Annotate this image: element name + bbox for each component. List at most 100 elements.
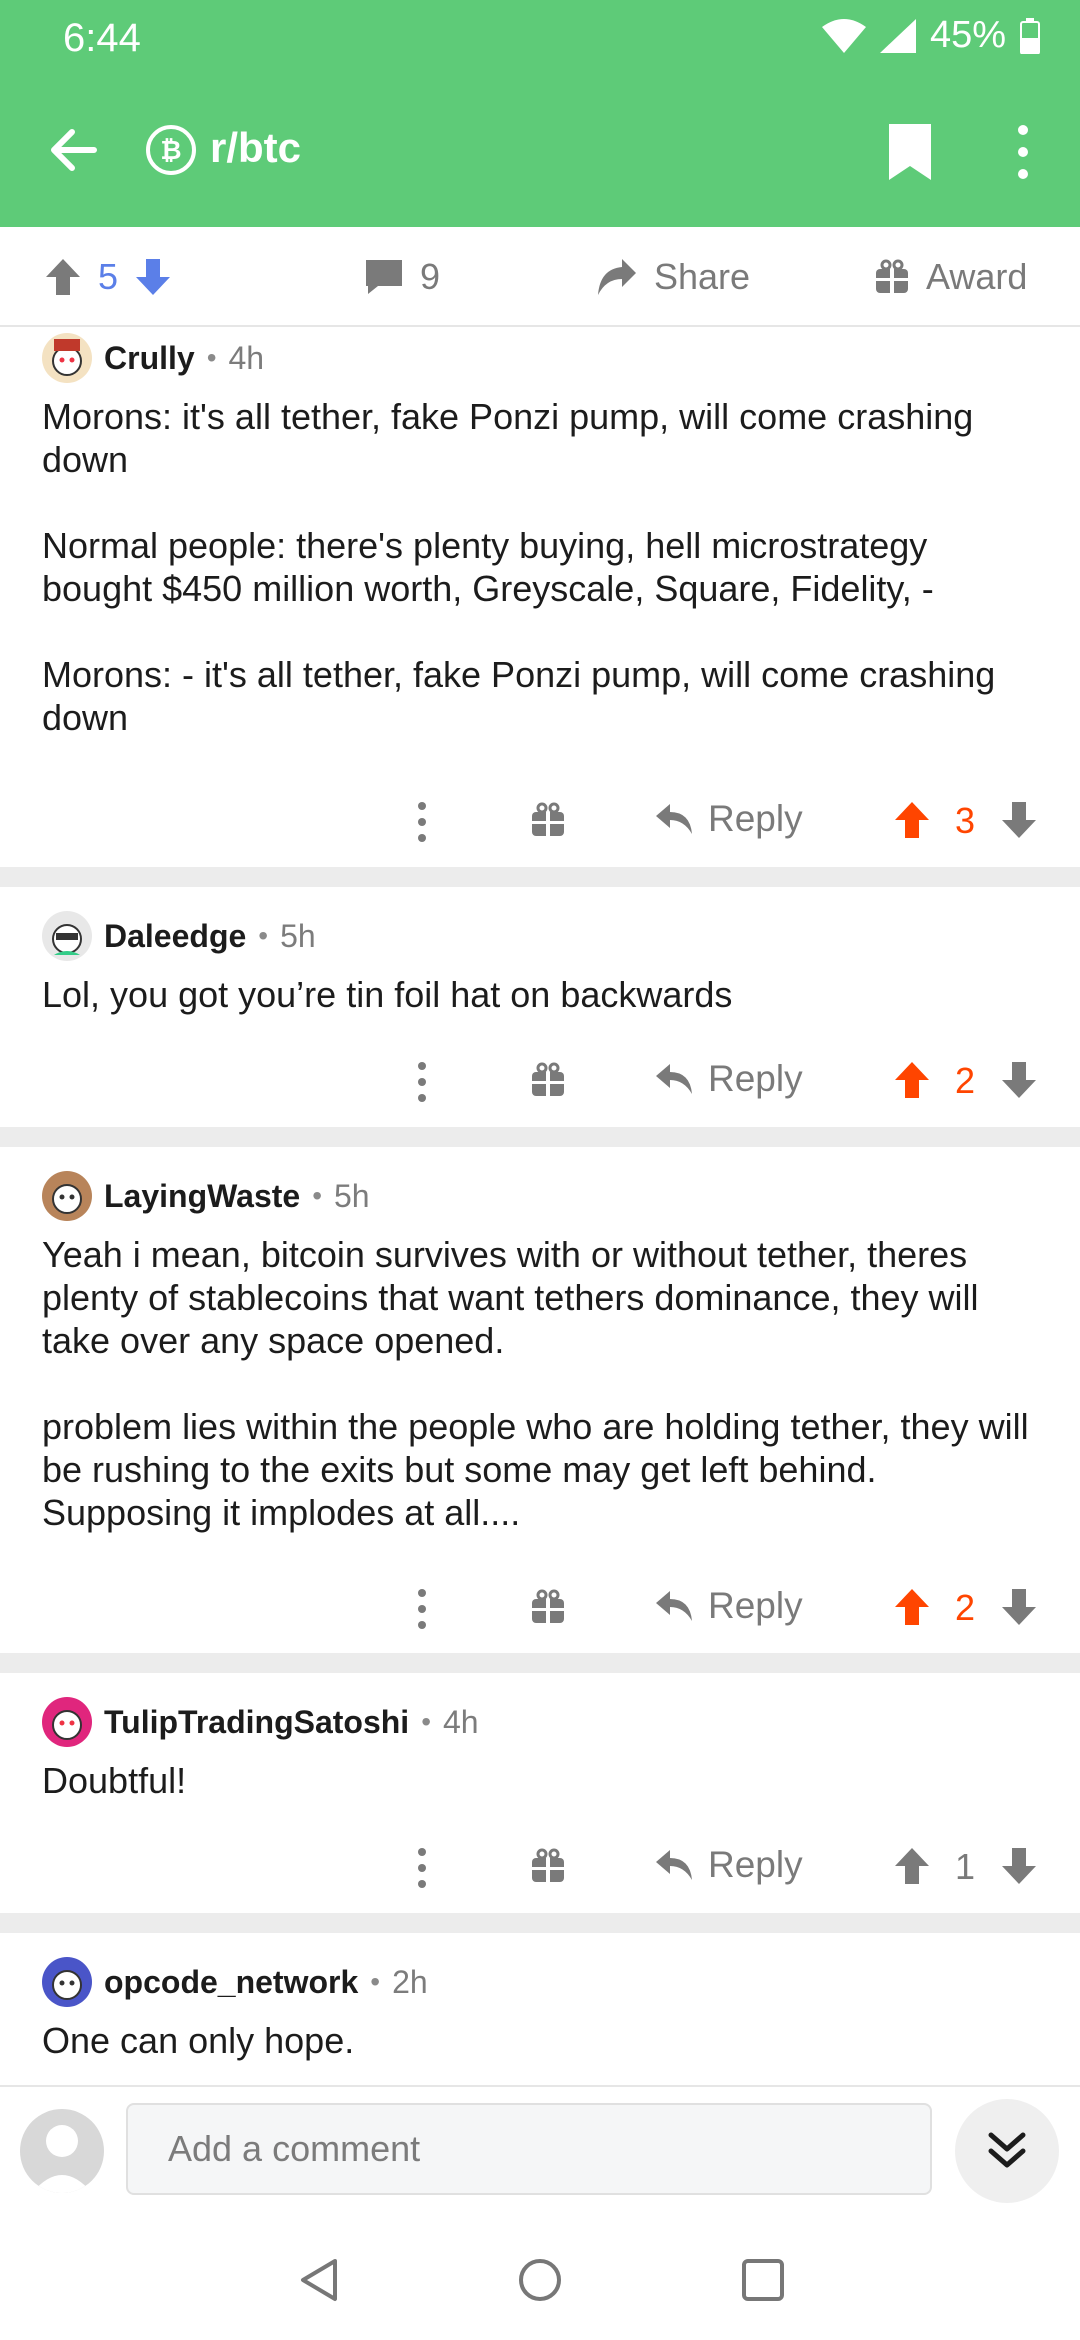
signal-icon: [879, 18, 916, 53]
bitcoin-icon[interactable]: ₿: [146, 125, 196, 175]
comment-paragraph: Normal people: there's plenty buying, he…: [42, 525, 934, 609]
nav-recents-icon[interactable]: [738, 2255, 788, 2305]
comment-paragraph: One can only hope.: [42, 2020, 355, 2061]
battery-icon: [1020, 17, 1040, 54]
avatar[interactable]: [42, 333, 92, 383]
jump-next-button[interactable]: [955, 2099, 1059, 2203]
comment-meta: Daleedge • 5h: [42, 911, 316, 961]
comment-paragraph: problem lies within the people who are h…: [42, 1406, 1029, 1533]
separator-dot: •: [206, 342, 217, 373]
more-vertical-icon[interactable]: [412, 800, 432, 844]
comment-actions: Reply 3: [0, 792, 1080, 852]
avatar[interactable]: [42, 1957, 92, 2007]
status-bar: 6:44 45%: [0, 0, 1080, 80]
avatar[interactable]: [42, 1171, 92, 1221]
comment-count: 9: [420, 256, 441, 297]
downvote-icon[interactable]: [1000, 1587, 1038, 1627]
comment-age: 4h: [443, 1703, 479, 1740]
comment-body: Yeah i mean, bitcoin survives with or wi…: [42, 1233, 1042, 1534]
share-button[interactable]: Share: [596, 249, 750, 305]
comment-meta: Crully • 4h: [42, 333, 264, 383]
comment-age: 5h: [280, 917, 316, 954]
downvote-icon[interactable]: [1000, 1060, 1038, 1100]
reply-button[interactable]: Reply: [654, 1058, 803, 1100]
battery-percent: 45%: [929, 14, 1006, 56]
comment-body: Doubtful!: [42, 1759, 1042, 1802]
header-bar: 6:44 45% ₿ r/btc: [0, 0, 1080, 227]
upvote-icon[interactable]: [893, 1587, 931, 1627]
comment-author[interactable]: TulipTradingSatoshi: [104, 1704, 409, 1741]
comment-body: Morons: it's all tether, fake Ponzi pump…: [42, 395, 1042, 739]
downvote-icon[interactable]: [134, 257, 172, 297]
reply-button[interactable]: Reply: [654, 1844, 803, 1886]
comment-paragraph: Lol, you got you’re tin foil hat on back…: [42, 974, 733, 1015]
comment-age: 2h: [392, 1963, 428, 2000]
gift-icon: [876, 259, 908, 293]
add-comment-input[interactable]: Add a comment: [126, 2103, 932, 2195]
reply-label: Reply: [708, 1585, 803, 1626]
comment-body: Lol, you got you’re tin foil hat on back…: [42, 973, 1042, 1016]
comment-meta: LayingWaste • 5h: [42, 1171, 370, 1221]
avatar[interactable]: [42, 1697, 92, 1747]
comment-author[interactable]: opcode_network: [104, 1964, 358, 2001]
reply-icon: [656, 1064, 692, 1094]
wifi-icon: [821, 18, 866, 53]
snoo-avatar-icon: [52, 924, 82, 955]
comment-meta: TulipTradingSatoshi • 4h: [42, 1697, 479, 1747]
upvote-icon[interactable]: [893, 800, 931, 840]
post-vote-group: 5: [44, 249, 172, 305]
nav-back-icon[interactable]: [295, 2255, 345, 2305]
share-icon: [598, 259, 636, 295]
more-vertical-icon[interactable]: [412, 1587, 432, 1631]
user-avatar[interactable]: [20, 2109, 104, 2193]
award-button[interactable]: Award: [874, 249, 1027, 305]
gift-icon[interactable]: [530, 1062, 566, 1098]
status-time: 6:44: [63, 16, 141, 60]
comment-score: 1: [955, 1846, 976, 1887]
comment-author[interactable]: Daleedge: [104, 918, 246, 955]
comment-score: 3: [955, 800, 976, 841]
comment-actions: Reply 2: [0, 1579, 1080, 1639]
comment-layingwaste: LayingWaste • 5h Yeah i mean, bitcoin su…: [0, 1147, 1080, 1653]
gift-icon[interactable]: [530, 802, 566, 838]
reply-button[interactable]: Reply: [654, 1585, 803, 1627]
more-vertical-icon[interactable]: [412, 1846, 432, 1890]
upvote-icon[interactable]: [893, 1060, 931, 1100]
downvote-icon[interactable]: [1000, 1846, 1038, 1886]
share-label: Share: [654, 256, 751, 297]
comment-actions: Reply 2: [0, 1052, 1080, 1112]
avatar[interactable]: [42, 911, 92, 961]
downvote-icon[interactable]: [1000, 800, 1038, 840]
comment-age: 4h: [228, 339, 265, 376]
gift-icon[interactable]: [530, 1848, 566, 1884]
comment-paragraph: Doubtful!: [42, 1760, 187, 1801]
system-nav-bar: [0, 2225, 1080, 2340]
comment-score: 2: [955, 1060, 976, 1101]
snoo-avatar-icon: [52, 1970, 82, 2000]
more-vertical-icon[interactable]: [412, 1060, 432, 1104]
reply-button[interactable]: Reply: [654, 798, 803, 840]
comment-icon: [366, 260, 402, 294]
comment-author[interactable]: Crully: [104, 340, 195, 377]
comment-composer: Add a comment: [0, 2085, 1080, 2227]
bookmark-icon[interactable]: [885, 124, 935, 180]
status-right: 45%: [821, 14, 1040, 57]
comment-body: One can only hope.: [42, 2019, 1042, 2062]
more-vertical-icon[interactable]: [1010, 122, 1036, 182]
comment-score: 2: [955, 1587, 976, 1628]
nav-home-icon[interactable]: [515, 2255, 565, 2305]
reply-label: Reply: [708, 1058, 803, 1099]
app-bar: ₿ r/btc: [0, 100, 1080, 210]
separator-dot: •: [258, 920, 269, 951]
back-arrow-icon[interactable]: [44, 120, 104, 180]
post-action-bar: 5 9 Share Award: [0, 227, 1080, 327]
comment-divider: [0, 867, 1080, 887]
comment-divider: [0, 1913, 1080, 1933]
comment-author[interactable]: LayingWaste: [104, 1178, 300, 1215]
reply-label: Reply: [708, 1844, 803, 1885]
subreddit-name[interactable]: r/btc: [210, 124, 301, 172]
upvote-icon[interactable]: [893, 1846, 931, 1886]
gift-icon[interactable]: [530, 1589, 566, 1625]
upvote-icon[interactable]: [44, 257, 82, 297]
comment-count-button[interactable]: 9: [364, 249, 440, 305]
